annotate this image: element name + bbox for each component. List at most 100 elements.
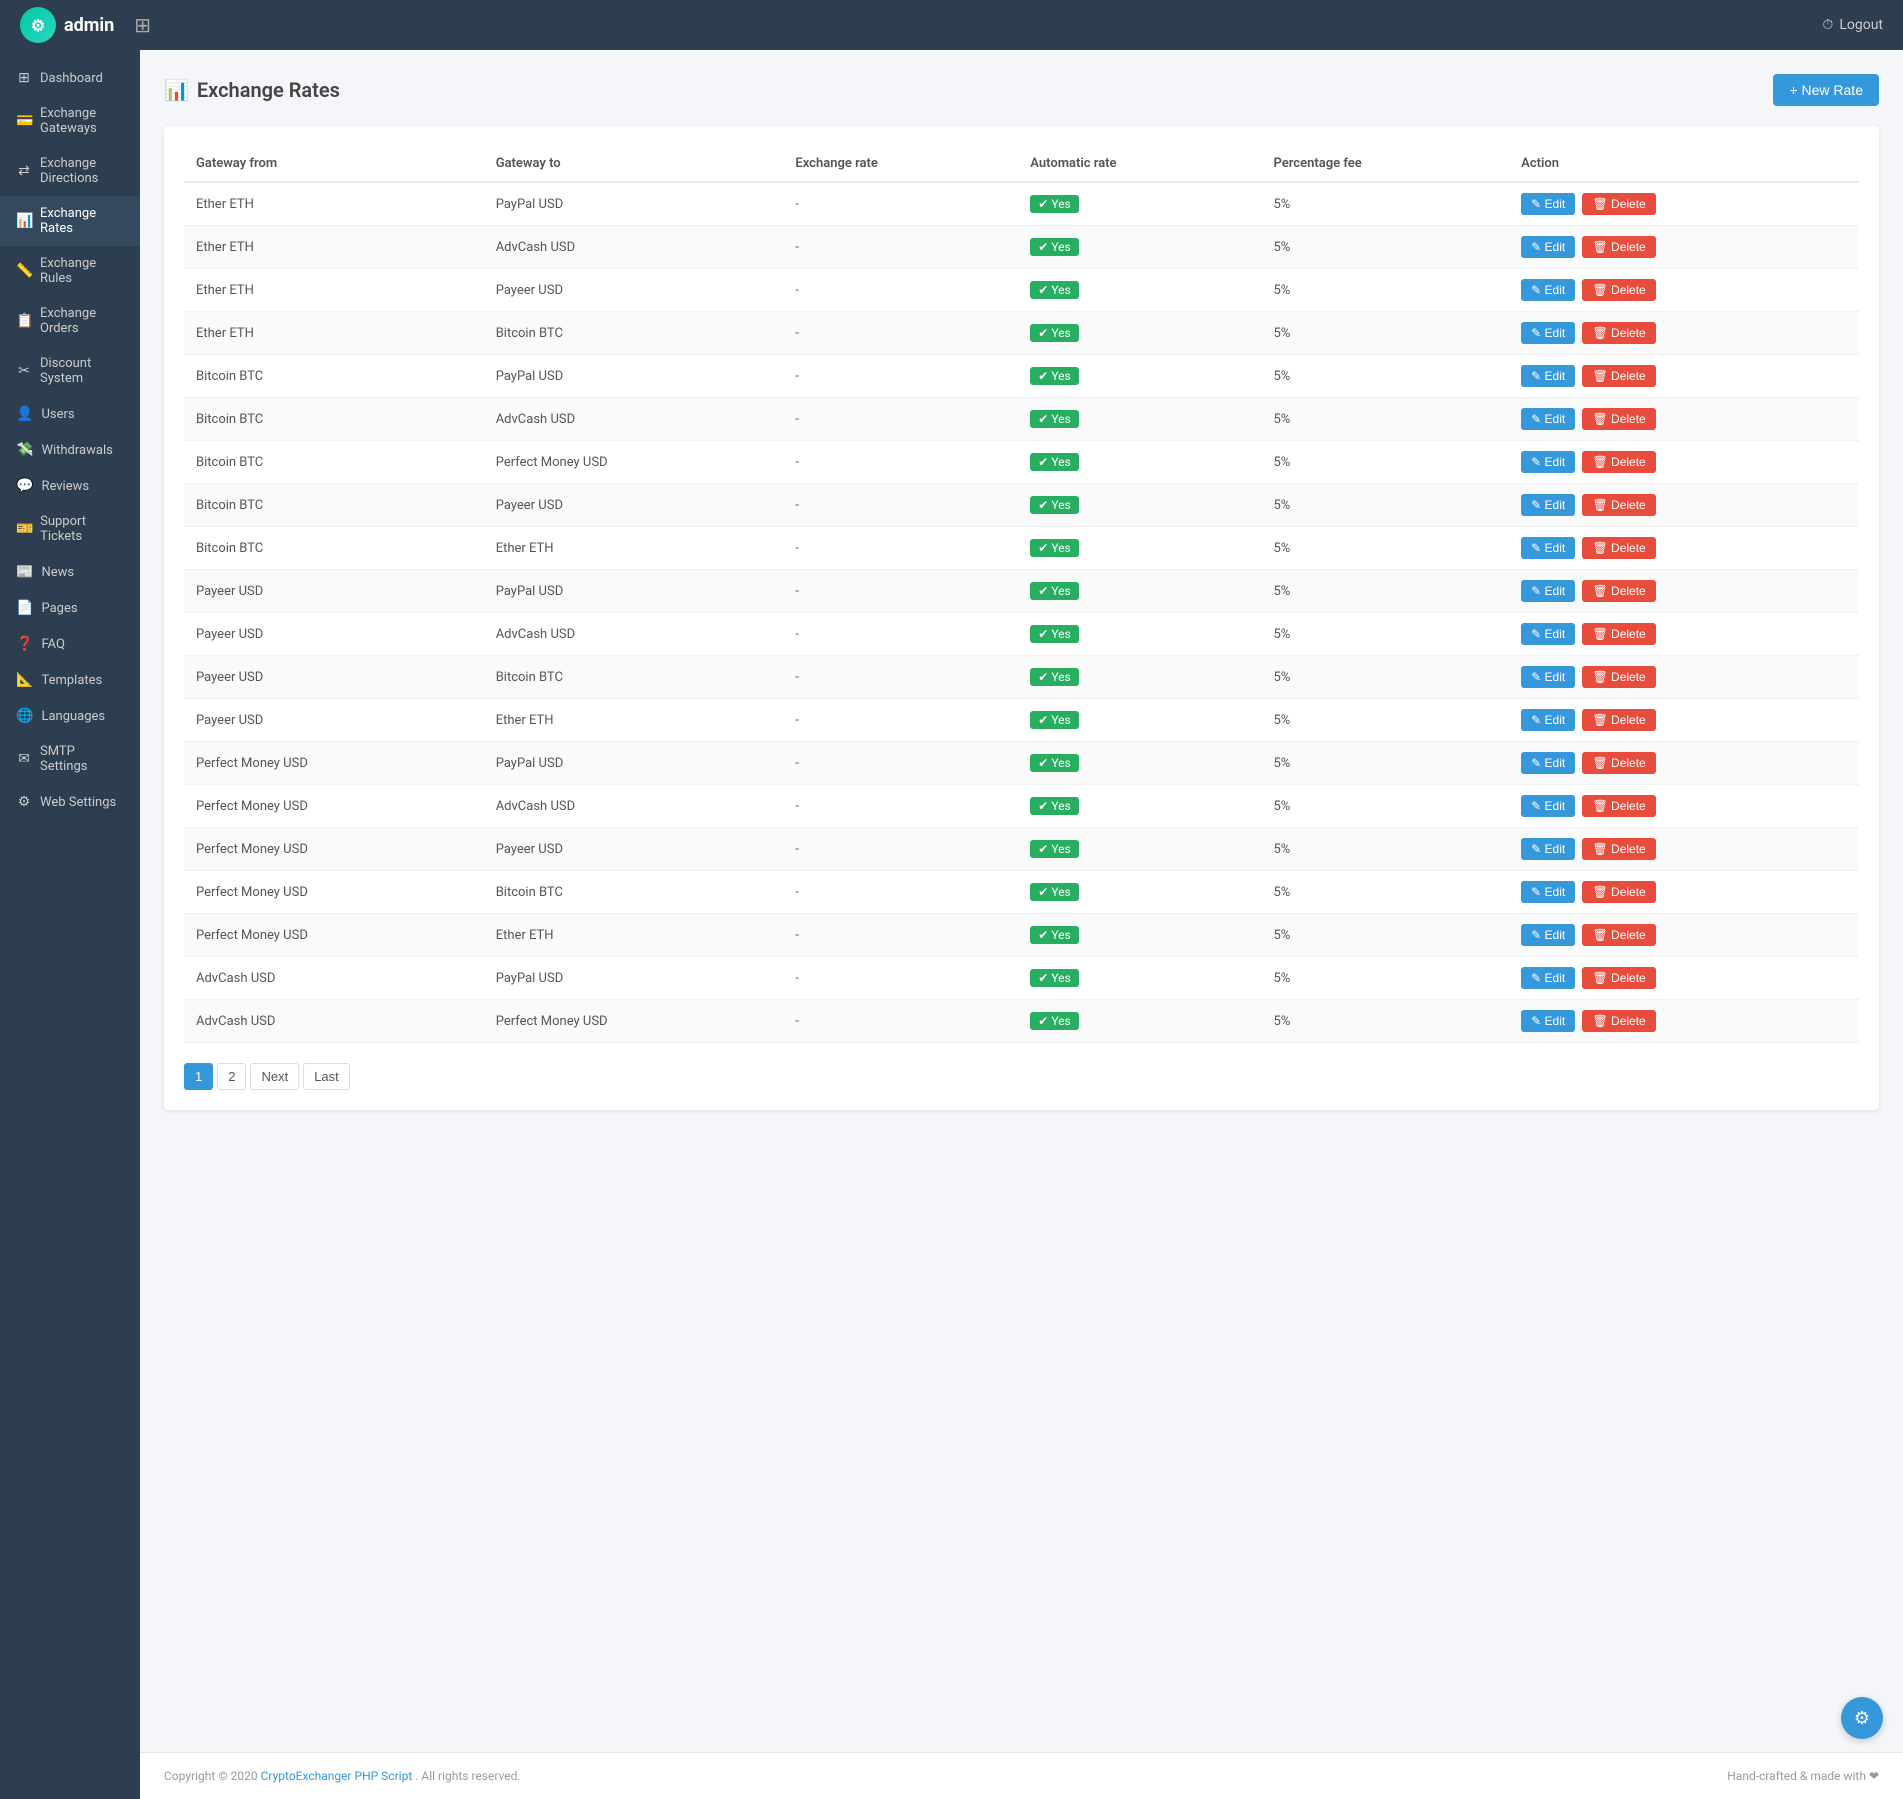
cell-automatic-rate: ✔ Yes: [1018, 1000, 1261, 1043]
sidebar-item-exchange-rates[interactable]: 📊 Exchange Rates: [0, 196, 140, 246]
sidebar-icon-support-tickets: 🎫: [16, 521, 32, 537]
edit-button[interactable]: ✎ Edit: [1521, 795, 1575, 817]
delete-button[interactable]: 🗑 Delete: [1582, 365, 1655, 387]
cell-gateway-from: Ether ETH: [184, 226, 484, 269]
cell-exchange-rate: -: [783, 656, 1018, 699]
delete-button[interactable]: 🗑 Delete: [1582, 623, 1655, 645]
delete-button[interactable]: 🗑 Delete: [1582, 580, 1655, 602]
edit-button[interactable]: ✎ Edit: [1521, 709, 1575, 731]
edit-button[interactable]: ✎ Edit: [1521, 494, 1575, 516]
new-rate-button[interactable]: + New Rate: [1773, 74, 1879, 106]
edit-button[interactable]: ✎ Edit: [1521, 1010, 1575, 1032]
delete-button[interactable]: 🗑 Delete: [1582, 322, 1655, 344]
delete-button[interactable]: 🗑 Delete: [1582, 967, 1655, 989]
sidebar-item-support-tickets[interactable]: 🎫 Support Tickets: [0, 504, 140, 554]
sidebar-item-discount-system[interactable]: ✂ Discount System: [0, 346, 140, 396]
cell-action: ✎ Edit 🗑 Delete: [1509, 570, 1859, 613]
edit-button[interactable]: ✎ Edit: [1521, 967, 1575, 989]
delete-button[interactable]: 🗑 Delete: [1582, 795, 1655, 817]
edit-button[interactable]: ✎ Edit: [1521, 580, 1575, 602]
sidebar-item-exchange-directions[interactable]: ⇄ Exchange Directions: [0, 146, 140, 196]
edit-button[interactable]: ✎ Edit: [1521, 537, 1575, 559]
cell-gateway-to: AdvCash USD: [484, 398, 784, 441]
delete-button[interactable]: 🗑 Delete: [1582, 881, 1655, 903]
cell-percentage-fee: 5%: [1262, 914, 1510, 957]
cell-gateway-to: Ether ETH: [484, 914, 784, 957]
fab-button[interactable]: ⚙: [1841, 1697, 1883, 1739]
delete-button[interactable]: 🗑 Delete: [1582, 666, 1655, 688]
delete-button[interactable]: 🗑 Delete: [1582, 709, 1655, 731]
sidebar-item-news[interactable]: 📰 News: [0, 554, 140, 590]
footer: Copyright © 2020 CryptoExchanger PHP Scr…: [140, 1752, 1903, 1799]
table-row: Perfect Money USDPayPal USD-✔ Yes5% ✎ Ed…: [184, 742, 1859, 785]
page-btn-2[interactable]: 2: [217, 1063, 246, 1090]
footer-copyright: Copyright © 2020 CryptoExchanger PHP Scr…: [164, 1769, 521, 1783]
sidebar-item-withdrawals[interactable]: 💸 Withdrawals: [0, 432, 140, 468]
table-row: Bitcoin BTCPayeer USD-✔ Yes5% ✎ Edit 🗑 D…: [184, 484, 1859, 527]
sidebar-item-pages[interactable]: 📄 Pages: [0, 590, 140, 626]
delete-button[interactable]: 🗑 Delete: [1582, 494, 1655, 516]
sidebar-item-exchange-rules[interactable]: 📏 Exchange Rules: [0, 246, 140, 296]
cell-exchange-rate: -: [783, 484, 1018, 527]
delete-button[interactable]: 🗑 Delete: [1582, 1010, 1655, 1032]
sidebar-item-templates[interactable]: 📐 Templates: [0, 662, 140, 698]
edit-button[interactable]: ✎ Edit: [1521, 279, 1575, 301]
cell-gateway-from: Ether ETH: [184, 269, 484, 312]
cell-exchange-rate: -: [783, 699, 1018, 742]
delete-button[interactable]: 🗑 Delete: [1582, 537, 1655, 559]
table-row: Perfect Money USDAdvCash USD-✔ Yes5% ✎ E…: [184, 785, 1859, 828]
topnav: ⚙ admin ⊞ ⏱ Logout: [0, 0, 1903, 50]
logout-button[interactable]: ⏱ Logout: [1822, 17, 1883, 33]
sidebar-label-reviews: Reviews: [41, 479, 89, 494]
edit-button[interactable]: ✎ Edit: [1521, 193, 1575, 215]
cell-automatic-rate: ✔ Yes: [1018, 828, 1261, 871]
delete-button[interactable]: 🗑 Delete: [1582, 451, 1655, 473]
edit-button[interactable]: ✎ Edit: [1521, 752, 1575, 774]
sidebar-item-exchange-orders[interactable]: 📋 Exchange Orders: [0, 296, 140, 346]
next-button[interactable]: Next: [250, 1063, 299, 1090]
cell-automatic-rate: ✔ Yes: [1018, 269, 1261, 312]
cell-action: ✎ Edit 🗑 Delete: [1509, 1000, 1859, 1043]
delete-button[interactable]: 🗑 Delete: [1582, 408, 1655, 430]
edit-button[interactable]: ✎ Edit: [1521, 623, 1575, 645]
sidebar-icon-templates: 📐: [16, 672, 33, 688]
edit-button[interactable]: ✎ Edit: [1521, 666, 1575, 688]
edit-button[interactable]: ✎ Edit: [1521, 838, 1575, 860]
edit-button[interactable]: ✎ Edit: [1521, 365, 1575, 387]
table-row: Ether ETHPayPal USD-✔ Yes5% ✎ Edit 🗑 Del…: [184, 182, 1859, 226]
cell-action: ✎ Edit 🗑 Delete: [1509, 871, 1859, 914]
page-btn-1[interactable]: 1: [184, 1063, 213, 1090]
table-row: Bitcoin BTCEther ETH-✔ Yes5% ✎ Edit 🗑 De…: [184, 527, 1859, 570]
footer-link[interactable]: CryptoExchanger PHP Script: [261, 1769, 413, 1783]
sidebar-item-users[interactable]: 👤 Users: [0, 396, 140, 432]
delete-button[interactable]: 🗑 Delete: [1582, 838, 1655, 860]
delete-button[interactable]: 🗑 Delete: [1582, 236, 1655, 258]
edit-button[interactable]: ✎ Edit: [1521, 236, 1575, 258]
sidebar-icon-web-settings: ⚙: [16, 794, 32, 810]
sidebar-item-web-settings[interactable]: ⚙ Web Settings: [0, 784, 140, 820]
sidebar-item-dashboard[interactable]: ⊞ Dashboard: [0, 60, 140, 96]
edit-button[interactable]: ✎ Edit: [1521, 451, 1575, 473]
cell-gateway-from: Perfect Money USD: [184, 785, 484, 828]
delete-button[interactable]: 🗑 Delete: [1582, 924, 1655, 946]
sidebar-item-reviews[interactable]: 💬 Reviews: [0, 468, 140, 504]
grid-icon[interactable]: ⊞: [134, 13, 151, 37]
cell-automatic-rate: ✔ Yes: [1018, 613, 1261, 656]
sidebar-item-languages[interactable]: 🌐 Languages: [0, 698, 140, 734]
edit-button[interactable]: ✎ Edit: [1521, 408, 1575, 430]
edit-button[interactable]: ✎ Edit: [1521, 322, 1575, 344]
last-button[interactable]: Last: [303, 1063, 350, 1090]
delete-button[interactable]: 🗑 Delete: [1582, 279, 1655, 301]
sidebar-item-smtp-settings[interactable]: ✉ SMTP Settings: [0, 734, 140, 784]
delete-button[interactable]: 🗑 Delete: [1582, 752, 1655, 774]
edit-button[interactable]: ✎ Edit: [1521, 881, 1575, 903]
edit-button[interactable]: ✎ Edit: [1521, 924, 1575, 946]
cell-automatic-rate: ✔ Yes: [1018, 398, 1261, 441]
sidebar-item-faq[interactable]: ❓ FAQ: [0, 626, 140, 662]
sidebar-item-exchange-gateways[interactable]: 💳 Exchange Gateways: [0, 96, 140, 146]
sidebar-icon-exchange-gateways: 💳: [16, 113, 32, 129]
sidebar-icon-withdrawals: 💸: [16, 442, 33, 458]
table-header: Gateway fromGateway toExchange rateAutom…: [184, 146, 1859, 182]
delete-button[interactable]: 🗑 Delete: [1582, 193, 1655, 215]
cell-action: ✎ Edit 🗑 Delete: [1509, 957, 1859, 1000]
